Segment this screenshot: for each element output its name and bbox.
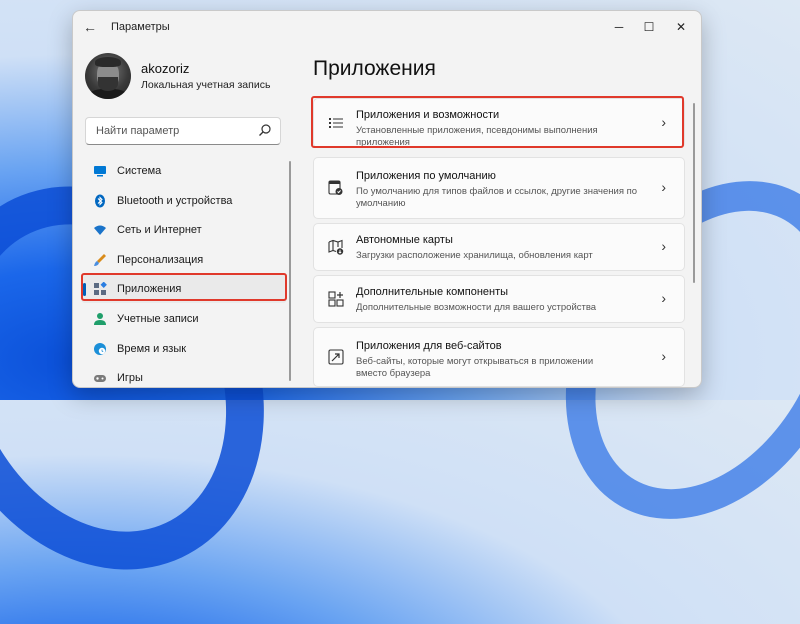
brush-icon — [94, 253, 106, 266]
highlight-frame — [311, 96, 684, 148]
sidebar-item-label: Персонализация — [117, 253, 204, 266]
sidebar-scrollbar[interactable] — [289, 161, 291, 381]
card-description: Веб-сайты, которые могут открываться в п… — [356, 356, 594, 379]
monitor-icon — [94, 166, 106, 177]
card-offline-maps[interactable]: Автономные карты Загрузки расположение х… — [313, 223, 685, 271]
sidebar-item-accounts[interactable]: Учетные записи — [81, 305, 287, 333]
card-title: Приложения по умолчанию — [356, 170, 496, 182]
bluetooth-icon — [95, 194, 105, 208]
avatar[interactable] — [85, 53, 131, 99]
chevron-right-icon: › — [661, 238, 666, 254]
card-optional-features[interactable]: Дополнительные компоненты Дополнительные… — [313, 275, 685, 323]
card-title: Приложения для веб-сайтов — [356, 340, 502, 352]
window-title: Параметры — [111, 21, 170, 33]
person-icon — [94, 312, 106, 325]
wifi-icon — [94, 225, 106, 236]
user-name: akozoriz — [141, 61, 190, 76]
card-apps-for-websites[interactable]: Приложения для веб-сайтов Веб-сайты, кот… — [313, 327, 685, 387]
sidebar-item-label: Игры — [117, 372, 143, 385]
page-title: Приложения — [313, 57, 436, 80]
chevron-right-icon: › — [661, 348, 666, 364]
chevron-right-icon: › — [661, 179, 666, 195]
card-default-apps[interactable]: Приложения по умолчанию По умолчанию для… — [313, 157, 685, 219]
card-title: Дополнительные компоненты — [356, 286, 509, 298]
sidebar-item-label: Система — [117, 165, 162, 177]
globe-clock-icon — [94, 342, 106, 355]
highlight-frame — [81, 273, 287, 301]
sidebar-item-personalization[interactable]: Персонализация — [81, 246, 287, 274]
card-title: Автономные карты — [356, 234, 453, 246]
minimize-button[interactable]: ─ — [609, 17, 629, 37]
sidebar-item-gaming[interactable]: Игры — [81, 364, 287, 387]
sidebar-item-label: Bluetooth и устройства — [117, 194, 233, 207]
sidebar-item-label: Учетные записи — [117, 312, 199, 325]
card-description: По умолчанию для типов файлов и ссылок, … — [356, 186, 638, 209]
sidebar-item-label: Сеть и Интернет — [117, 224, 202, 237]
search-icon[interactable] — [258, 123, 272, 137]
sidebar-item-time-language[interactable]: Время и язык — [81, 335, 287, 363]
card-description: Загрузки расположение хранилища, обновле… — [356, 250, 593, 261]
title-bar: ← Параметры ─ ☐ ✕ — [73, 11, 701, 43]
main-scrollbar[interactable] — [693, 103, 695, 283]
sidebar-item-label: Время и язык — [117, 342, 187, 355]
maximize-button[interactable]: ☐ — [639, 17, 659, 37]
sidebar-item-system[interactable]: Система — [81, 157, 287, 185]
back-button[interactable]: ← — [83, 19, 99, 35]
search-box[interactable] — [85, 117, 281, 145]
gamepad-icon — [94, 375, 106, 383]
chevron-right-icon: › — [661, 290, 666, 306]
web-app-icon — [328, 349, 344, 365]
sidebar-item-network[interactable]: Сеть и Интернет — [81, 216, 287, 244]
search-input[interactable] — [94, 121, 258, 141]
settings-window: ← Параметры ─ ☐ ✕ akozoriz Локальная уче… — [72, 10, 702, 388]
map-download-icon — [328, 239, 344, 255]
card-description: Дополнительные возможности для вашего ус… — [356, 302, 597, 313]
add-components-icon — [328, 291, 344, 307]
sidebar-item-bluetooth[interactable]: Bluetooth и устройства — [81, 187, 287, 215]
close-button[interactable]: ✕ — [671, 17, 691, 37]
default-app-icon — [328, 180, 343, 195]
account-type: Локальная учетная запись — [141, 79, 271, 91]
